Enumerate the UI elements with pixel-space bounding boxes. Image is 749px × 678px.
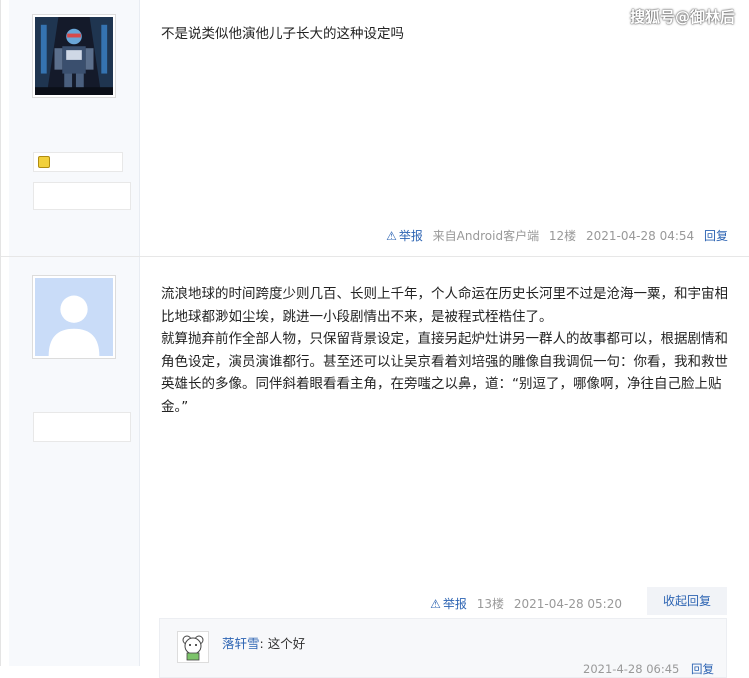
warning-icon: ⚠ — [386, 229, 397, 243]
bear-avatar-icon — [182, 635, 204, 661]
user-avatar[interactable] — [32, 275, 116, 359]
user-info-box — [33, 412, 131, 442]
watermark: 搜狐号@御林后 — [629, 8, 735, 26]
sub-reply-meta: 2021-4-28 06:45 回复 — [583, 661, 714, 677]
user-info-box — [33, 182, 131, 210]
report-label: 举报 — [398, 229, 423, 243]
report-link[interactable]: ⚠ 举报 — [386, 229, 423, 243]
sub-reply-text: 这个好 — [267, 636, 306, 651]
post-floor-12: 不是说类似他演他儿子长大的这种设定吗 ⚠ 举报 来自Android客户端 12楼 … — [1, 0, 749, 257]
level-icon — [38, 156, 50, 168]
post-paragraph: 就算抛弃前作全部人物，只保留背景设定，直接另起炉灶讲另一群人的故事都可以，根据剧… — [161, 331, 728, 415]
post-content: 不是说类似他演他儿子长大的这种设定吗 — [161, 26, 404, 42]
sub-reply-line: 落轩雪: 这个好 — [222, 633, 305, 652]
report-label: 举报 — [442, 597, 467, 611]
post-paragraph: 流浪地球的时间跨度少则几百、长则上千年，个人命运在历史长河里不过是沧海一粟，和宇… — [161, 286, 728, 325]
robot-avatar-icon — [35, 17, 113, 95]
client-source: 来自Android客户端 — [432, 229, 540, 243]
reply-button[interactable]: 回复 — [704, 229, 728, 243]
post-time: 2021-04-28 04:54 — [586, 229, 695, 243]
floor-number: 13楼 — [476, 597, 505, 611]
post-footer: ⚠ 举报 来自Android客户端 12楼 2021-04-28 04:54 回复 — [386, 227, 728, 244]
user-sidebar — [9, 0, 140, 256]
warning-icon: ⚠ — [430, 597, 441, 611]
post-footer: ⚠ 举报 13楼 2021-04-28 05:20 — [430, 595, 622, 612]
user-sidebar — [9, 257, 140, 666]
floor-number: 12楼 — [548, 229, 577, 243]
user-avatar[interactable] — [32, 14, 116, 98]
sub-reply-avatar[interactable] — [177, 631, 209, 663]
sub-reply-time: 2021-4-28 06:45 — [583, 662, 680, 676]
default-user-avatar-icon — [35, 278, 113, 356]
sub-reply-username[interactable]: 落轩雪 — [222, 636, 260, 651]
post-content: 流浪地球的时间跨度少则几百、长则上千年，个人命运在历史长河里不过是沧海一粟，和宇… — [161, 283, 729, 418]
sub-reply-separator: : — [259, 636, 264, 651]
forum-thread: 搜狐号@御林后 不是说类似他演他儿子长大的这种设定吗 ⚠ 举报 来自Androi… — [0, 0, 749, 678]
report-link[interactable]: ⚠ 举报 — [430, 597, 467, 611]
post-floor-13: 流浪地球的时间跨度少则几百、长则上千年，个人命运在历史长河里不过是沧海一粟，和宇… — [1, 257, 749, 678]
user-level-badge — [33, 152, 123, 172]
sub-reply-box: 落轩雪: 这个好 2021-4-28 06:45 回复 — [159, 618, 727, 678]
post-time: 2021-04-28 05:20 — [513, 597, 622, 611]
sub-reply-button[interactable]: 回复 — [691, 662, 714, 676]
collapse-replies-button[interactable]: 收起回复 — [647, 587, 727, 615]
